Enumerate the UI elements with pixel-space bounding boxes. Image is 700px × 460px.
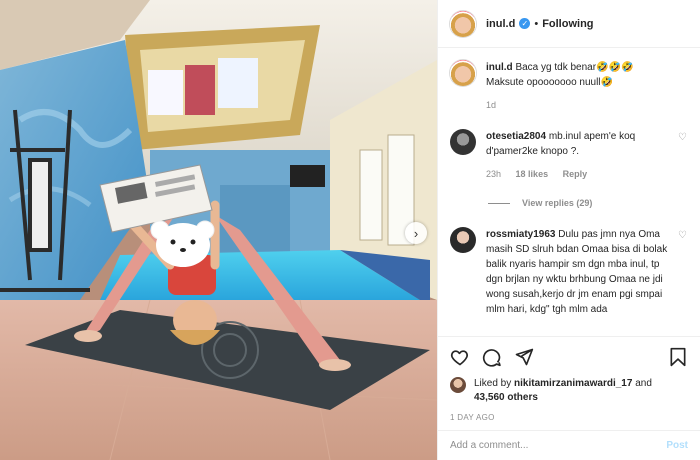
likes-summary: Liked by nikitamirzanimawardi_17 and 43,… [450,377,688,405]
heart-icon[interactable] [450,347,470,367]
header-separator: • [534,17,539,30]
liker-username[interactable]: nikitamirzanimawardi_17 [514,378,632,389]
comment-icon[interactable] [482,347,502,367]
reply-button[interactable]: Reply [563,169,588,179]
comment-username[interactable]: otesetia2804 [486,131,546,142]
verified-badge-icon: ✓ [519,18,531,29]
add-comment-bar: Post [438,430,700,460]
bookmark-icon[interactable] [668,347,688,367]
following-button[interactable]: Following [542,18,593,30]
caption-meta: 1d [486,98,670,113]
post-actions: Liked by nikitamirzanimawardi_17 and 43,… [438,336,700,422]
share-icon[interactable] [514,347,534,367]
comment-item: rossmiaty1963 Dulu pas jmn nya Oma masih… [450,227,688,317]
view-replies-line [488,203,510,204]
view-replies-button[interactable]: View replies (29) [488,196,688,211]
caption-username[interactable]: inul.d [486,62,513,73]
likes-count[interactable]: 43,560 others [474,392,538,403]
caption-time[interactable]: 1d [486,100,496,110]
comment-meta: 23h 18 likes Reply [486,167,670,182]
likes-prefix: Liked by [474,378,512,389]
commenter-avatar[interactable] [450,129,476,155]
commenter-avatar[interactable] [450,227,476,253]
comments-section[interactable]: inul.d Baca yg tdk benar🤣🤣🤣 Maksute opoo… [438,48,700,336]
comment-likes[interactable]: 18 likes [516,169,549,179]
post-comment-button[interactable]: Post [666,440,688,451]
comment-input[interactable] [450,440,667,451]
post-side-panel: inul.d ✓ • Following inul.d Baca yg tdk … [437,0,700,460]
post-photo[interactable]: › [0,0,437,460]
comment-like-heart-icon[interactable]: ♡ [678,231,688,241]
author-username[interactable]: inul.d [486,18,515,30]
comment-item: otesetia2804 mb.inul apem'e koq d'pamer2… [450,129,688,182]
likes-connector: and [635,378,652,389]
caption-author-avatar[interactable] [450,60,476,86]
post-header: inul.d ✓ • Following [438,0,700,48]
caption: inul.d Baca yg tdk benar🤣🤣🤣 Maksute opoo… [450,60,688,113]
liker-avatar[interactable] [450,377,466,393]
author-avatar[interactable] [450,10,476,37]
view-replies-label: View replies (29) [522,198,593,208]
comment-like-heart-icon[interactable]: ♡ [678,133,688,143]
yoga-pool-room-image [0,0,437,460]
post-timestamp[interactable]: 1 DAY AGO [450,413,688,422]
instagram-post-modal: › inul.d ✓ • Following inul.d Baca yg td… [0,0,700,460]
action-bar [450,345,688,369]
comment-username[interactable]: rossmiaty1963 [486,229,556,240]
comment-text: Dulu pas jmn nya Oma masih SD slruh bdan… [486,229,668,315]
comment-time[interactable]: 23h [486,169,501,179]
chevron-right-icon[interactable]: › [405,222,427,244]
